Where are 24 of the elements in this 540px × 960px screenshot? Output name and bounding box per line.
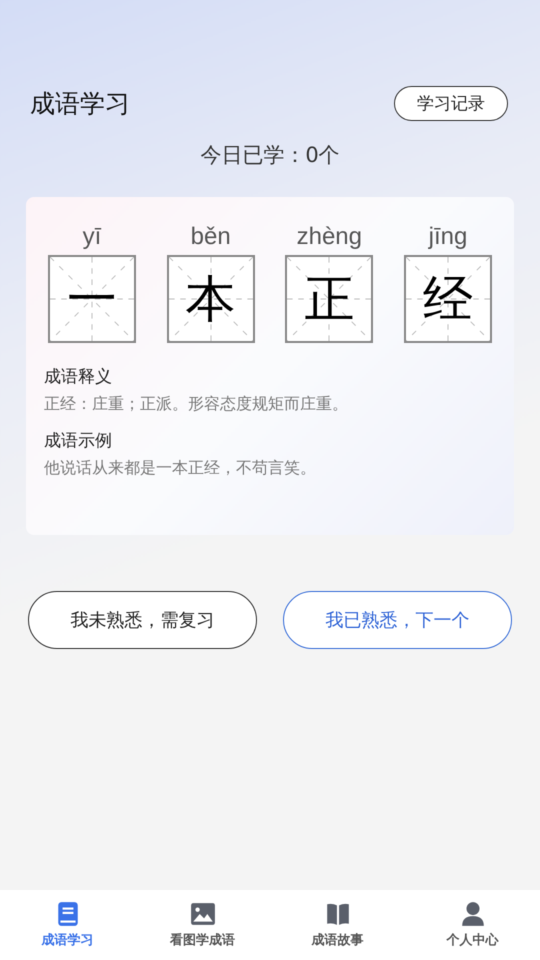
open-book-icon xyxy=(324,901,350,927)
image-icon xyxy=(190,901,216,927)
pinyin: yī xyxy=(82,223,102,251)
section-text: 他说话从来都是一本正经，不苟言笑。 xyxy=(44,458,317,479)
tab[interactable]: 看图学成语 xyxy=(148,900,258,950)
idiom-character: 正 xyxy=(304,268,354,330)
review-button[interactable]: 我未熟悉，需复习 xyxy=(28,591,257,649)
idiom-character: 经 xyxy=(422,268,473,330)
page-title: 成语学习 xyxy=(30,88,130,120)
pinyin: běn xyxy=(190,223,231,251)
tab[interactable]: 成语学习 xyxy=(12,900,122,950)
study-record-button[interactable]: 学习记录 xyxy=(394,86,508,121)
idiom-character: 本 xyxy=(186,268,236,330)
section-heading: 成语释义 xyxy=(44,366,113,388)
pinyin: jīng xyxy=(428,223,468,251)
person-icon xyxy=(460,901,486,927)
pinyin: zhèng xyxy=(296,223,362,251)
idiom-character: 一 xyxy=(67,268,117,330)
tab[interactable]: 成语故事 xyxy=(282,900,392,950)
today-count: 今日已学：0个 xyxy=(199,142,341,169)
section-heading: 成语示例 xyxy=(44,430,113,452)
section-text: 正经：庄重；正派。形容态度规矩而庄重。 xyxy=(44,394,349,415)
tab[interactable]: 个人中心 xyxy=(418,900,528,950)
next-button[interactable]: 我已熟悉，下一个 xyxy=(283,591,512,649)
